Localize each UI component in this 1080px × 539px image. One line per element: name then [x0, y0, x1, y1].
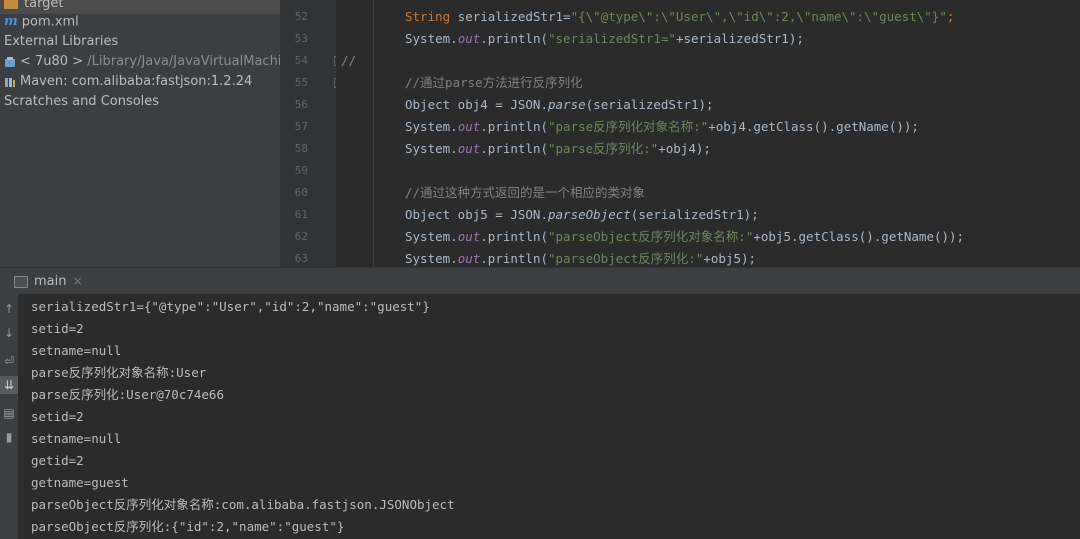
down-arrow-icon[interactable]: ↓ — [0, 324, 18, 342]
maven-m-icon: m — [4, 14, 18, 29]
trash-icon[interactable]: ▮ — [0, 428, 18, 446]
tree-item-label: < 7u80 > — [20, 54, 84, 69]
line-number: 61 — [294, 208, 308, 221]
project-tree-panel: target m pom.xml External Libraries < 7u8… — [0, 0, 280, 267]
line-number: 62 — [294, 230, 308, 243]
console-line: serializedStr1={"@type":"User","id":2,"n… — [31, 299, 430, 314]
code-line-54: // — [341, 53, 357, 68]
code-line-58: System.out.println("parse反序列化:"+obj4); — [405, 141, 711, 156]
tree-item-label: target — [24, 0, 64, 11]
console-line: setid=2 — [31, 321, 84, 336]
console-line: getid=2 — [31, 453, 84, 468]
line-number: 60 — [294, 186, 308, 199]
line-number: 54 — [294, 54, 308, 67]
console-line: getname=guest — [31, 475, 129, 490]
code-line-60: //通过这种方式返回的是一个相应的类对象 — [405, 185, 646, 200]
tree-item-maven-fastjson[interactable]: Maven: com.alibaba:fastjson:1.2.24 — [0, 72, 252, 92]
console-line: parse反序列化:User@70c74e66 — [31, 387, 224, 402]
tree-item-label: pom.xml — [21, 14, 79, 30]
code-line-63: System.out.println("parseObject反序列化:"+ob… — [405, 251, 757, 266]
tree-item-label: Scratches and Consoles — [4, 94, 160, 109]
code-line-55: //通过parse方法进行反序列化 — [405, 75, 583, 90]
console-line: setname=null — [31, 343, 122, 358]
code-line-56: Object obj4 = JSON.parse(serializedStr1)… — [405, 97, 714, 112]
soft-wrap-icon[interactable]: ⏎ — [0, 352, 18, 370]
line-number: 58 — [294, 142, 308, 155]
line-number: 52 — [294, 10, 308, 23]
code-line-53: System.out.println("serializedStr1="+ser… — [405, 31, 804, 46]
line-number-gutter: 52 53 54 55 56 57 58 59 60 61 62 63 — [280, 0, 344, 267]
tree-item-path: /Library/Java/JavaVirtualMachin — [83, 54, 280, 69]
console-line: setid=2 — [31, 409, 84, 424]
tree-item-external-libraries[interactable]: External Libraries — [0, 32, 118, 52]
tree-item-label: Maven: com.alibaba:fastjson:1.2.24 — [20, 74, 253, 89]
line-number: 56 — [294, 98, 308, 111]
print-icon[interactable]: ▤ — [0, 404, 18, 422]
console-line: parseObject反序列化对象名称:com.alibaba.fastjson… — [31, 497, 455, 512]
maven-library-icon — [5, 77, 15, 87]
run-tab-label: main — [34, 274, 67, 289]
console-icon — [14, 275, 28, 288]
line-number: 55 — [294, 76, 308, 89]
jdk-library-icon — [5, 56, 15, 67]
code-line-57: System.out.println("parse反序列化对象名称:"+obj4… — [405, 119, 919, 134]
up-arrow-icon[interactable]: ↑ — [0, 300, 18, 318]
run-side-toolbar: ↑ ↓ ⏎ ⇊ ▤ ▮ — [0, 294, 18, 539]
line-number: 57 — [294, 120, 308, 133]
tree-item-scratches[interactable]: Scratches and Consoles — [0, 92, 159, 112]
run-tool-window-header: main × — [0, 267, 1080, 295]
console-line: setname=null — [31, 431, 122, 446]
run-tab-main[interactable]: main × — [14, 271, 83, 291]
code-editor[interactable]: String serializedStr1="{\"@type\":\"User… — [336, 0, 1080, 267]
tree-item-jdk[interactable]: < 7u80 > /Library/Java/JavaVirtualMachin — [0, 52, 280, 72]
indent-guide — [373, 0, 374, 267]
console-output[interactable]: serializedStr1={"@type":"User","id":2,"n… — [18, 294, 1080, 539]
code-line-62: System.out.println("parseObject反序列化对象名称:… — [405, 229, 965, 244]
console-line: parse反序列化对象名称:User — [31, 365, 207, 380]
tree-item-label: External Libraries — [4, 34, 119, 49]
tree-item-pom-xml[interactable]: m pom.xml — [0, 12, 79, 32]
code-line-52: String serializedStr1="{\"@type\":\"User… — [405, 9, 955, 24]
line-number: 53 — [294, 32, 308, 45]
folder-icon — [4, 0, 18, 9]
scroll-to-end-icon[interactable]: ⇊ — [0, 376, 18, 394]
line-number: 59 — [294, 164, 308, 177]
code-line-61: Object obj5 = JSON.parseObject(serialize… — [405, 207, 759, 222]
close-tab-icon[interactable]: × — [72, 274, 82, 288]
console-line: parseObject反序列化:{"id":2,"name":"guest"} — [31, 519, 345, 534]
